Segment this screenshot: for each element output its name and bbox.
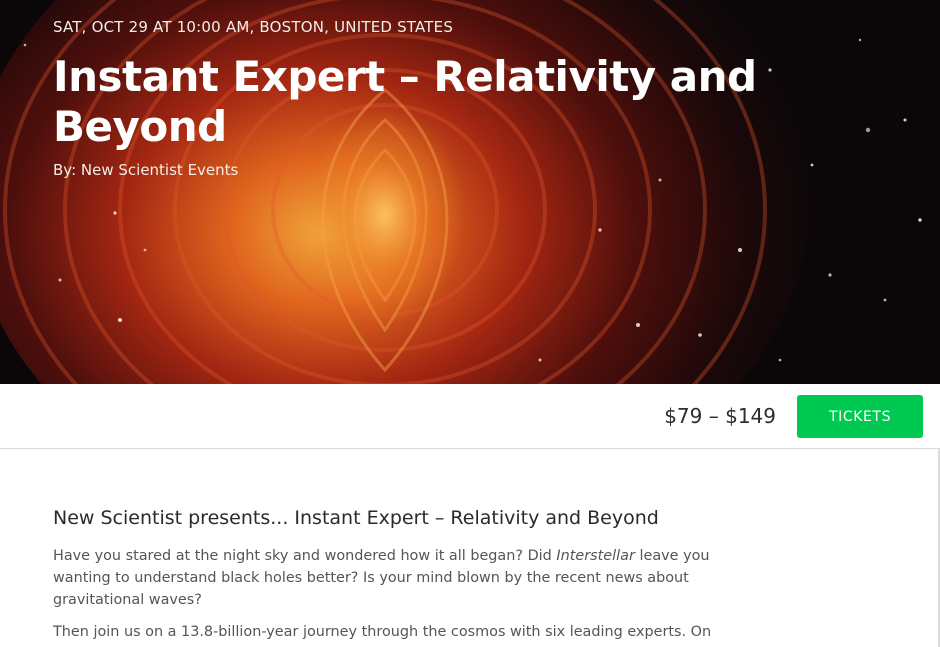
interstellar-emphasis: Interstellar: [556, 548, 635, 564]
para1-line-2: wanting to understand black holes better…: [53, 570, 689, 586]
description-paragraph-2: Then join us on a 13.8-billion-year jour…: [53, 624, 712, 640]
organizer-name: By: New Scientist Events: [53, 161, 239, 179]
event-date-location: SAT, OCT 29 AT 10:00 AM, BOSTON, UNITED …: [53, 18, 454, 36]
hero-banner: SAT, OCT 29 AT 10:00 AM, BOSTON, UNITED …: [0, 0, 940, 384]
price-range: $79 – $149: [664, 404, 776, 428]
para1-text-b: leave you: [634, 548, 710, 564]
description-paragraph-1: Have you stared at the night sky and won…: [53, 545, 733, 611]
para1-line-3: gravitational waves?: [53, 592, 202, 608]
event-description: New Scientist presents... Instant Expert…: [0, 449, 940, 647]
tickets-button[interactable]: TICKETS: [797, 395, 923, 438]
event-title: Instant Expert – Relativity and Beyond: [53, 52, 757, 151]
para1-text-a: Have you stared at the night sky and won…: [53, 548, 557, 564]
description-heading: New Scientist presents... Instant Expert…: [53, 507, 659, 529]
ticket-bar: $79 – $149 TICKETS: [0, 384, 940, 449]
